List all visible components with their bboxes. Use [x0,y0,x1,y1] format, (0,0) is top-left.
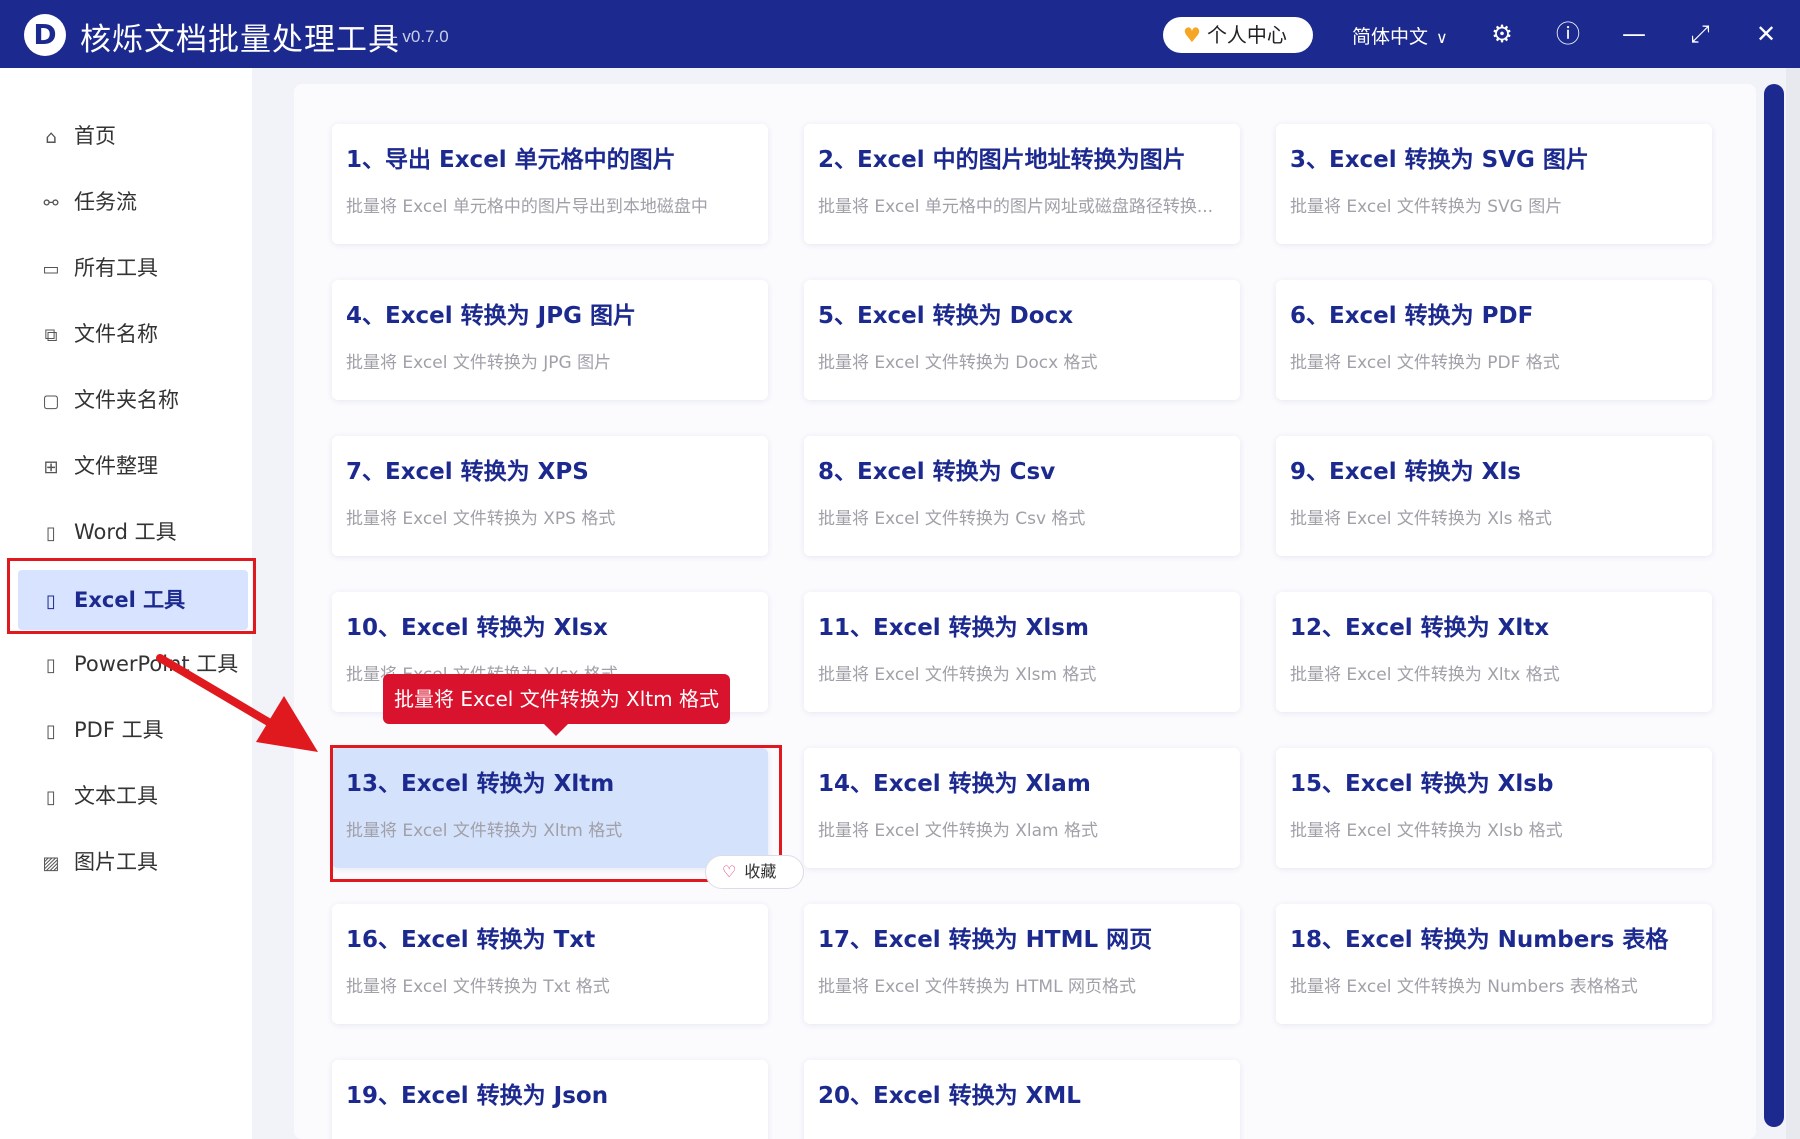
annotation-arrow [156,654,318,752]
